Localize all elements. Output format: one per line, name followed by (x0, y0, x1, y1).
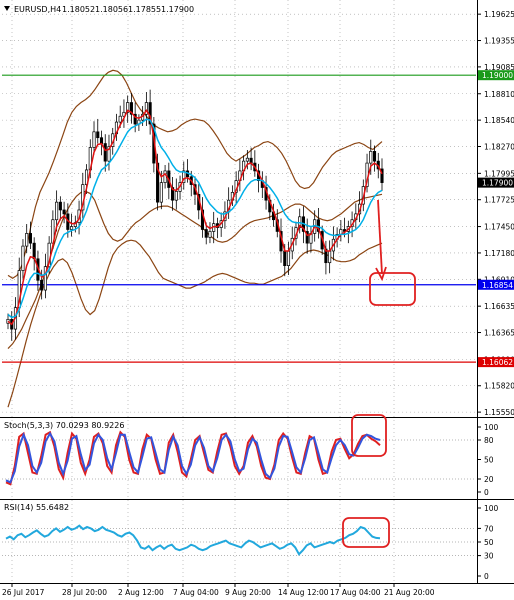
time-tick-label: 14 Aug 12:00 (278, 588, 329, 597)
candle-body (372, 151, 377, 162)
candle-body (103, 143, 107, 162)
axis-tick-label: 0 (484, 488, 489, 497)
candle-body (159, 182, 163, 203)
candle-body (286, 250, 291, 266)
chevron-down-icon (4, 6, 10, 11)
ohlc-low: 1.17855 (128, 5, 161, 14)
candle-body (208, 231, 212, 238)
candle-body (328, 250, 332, 264)
price-tick-label: 1.15820 (484, 382, 514, 391)
axis-tick-label: 70 (484, 524, 494, 533)
candle-body (174, 191, 178, 201)
candle-body (55, 201, 59, 221)
candle-body (32, 242, 36, 260)
axis-tick-label: 30 (484, 552, 494, 561)
price-candles (6, 89, 384, 341)
candle-body (92, 131, 96, 148)
time-tick-label: 26 Jul 2017 (2, 588, 45, 597)
candle-body (245, 157, 249, 162)
candle-body (163, 170, 167, 183)
price-tick-label: 1.17995 (484, 169, 514, 178)
axis-tick-label: 100 (484, 423, 499, 432)
rsi-line (5, 524, 381, 556)
current-price-label: 1.17900 (482, 179, 513, 188)
price-tick-label: 1.18270 (484, 142, 514, 151)
rsi-highlight-box (342, 517, 390, 548)
bollinger-bands (7, 69, 383, 408)
time-tick-label: 2 Aug 12:00 (118, 588, 164, 597)
axis-tick-label: 50 (484, 456, 494, 465)
symbol-label: EURUSD,H4 (14, 5, 61, 14)
candle-body (21, 245, 25, 271)
price-tick-label: 1.17725 (484, 196, 514, 205)
price-level-label: 1.16062 (482, 358, 513, 367)
price-tick-label: 1.17180 (484, 249, 514, 258)
price-tick-label: 1.18540 (484, 116, 514, 125)
stoch-axis: 100 80 50 20 0 (477, 423, 499, 497)
price-tick-label: 1.15550 (484, 408, 514, 417)
rsi-title: RSI(14) 55.6482 (4, 503, 69, 512)
ohlc-high: 1.18056 (95, 5, 128, 14)
time-axis: 26 Jul 2017 28 Jul 20:00 2 Aug 12:00 7 Aug … (2, 583, 435, 597)
candle-body (70, 226, 74, 230)
axis-tick-label: 80 (484, 436, 494, 445)
price-level-label: 1.16854 (482, 281, 513, 290)
indicator-line (5, 524, 381, 556)
axis-tick-label: 50 (484, 538, 494, 547)
rsi-gridlines (2, 528, 476, 556)
axis-tick-label: 0 (484, 572, 489, 581)
time-tick-label: 9 Aug 20:00 (225, 588, 271, 597)
price-tick-label: 1.17450 (484, 223, 514, 232)
candle-body (118, 115, 122, 123)
candle-body (369, 151, 373, 164)
rsi-axis: 100 70 50 30 0 (477, 504, 499, 581)
trading-chart[interactable]: 1.196251.193551.190851.188101.185401.182… (0, 0, 514, 600)
candle-body (25, 233, 29, 247)
price-tick-label: 1.19625 (484, 10, 514, 19)
price-axis: 1.196251.193551.190851.188101.185401.182… (477, 10, 514, 417)
horizontal-levels (2, 74, 476, 363)
ohlc-close: 1.17900 (161, 5, 194, 14)
forecast-annotation (369, 199, 416, 306)
candle-body (62, 209, 66, 215)
axis-tick-label: 100 (484, 504, 499, 513)
main-gridlines (2, 0, 476, 583)
price-tick-label: 1.18810 (484, 90, 514, 99)
ohlc-open: 1.18052 (62, 5, 95, 14)
candle-body (99, 137, 104, 144)
candle-body (96, 131, 100, 139)
stoch-title: Stoch(5,3,3) 70.0293 80.9226 (4, 421, 124, 430)
candle-body (58, 201, 62, 211)
candle-body (40, 279, 44, 291)
candle-body (204, 229, 208, 238)
target-zone-box (369, 272, 416, 306)
candle-body (283, 250, 287, 266)
time-tick-label: 28 Jul 20:00 (62, 588, 107, 597)
price-tick-label: 1.16365 (484, 329, 514, 338)
time-tick-label: 17 Aug 04:00 (330, 588, 381, 597)
time-tick-label: 21 Aug 20:00 (384, 588, 435, 597)
time-tick-label: 7 Aug 04:00 (173, 588, 219, 597)
candle-body (28, 233, 32, 244)
forecast-arrow-line (377, 199, 383, 275)
axis-tick-label: 20 (484, 475, 494, 484)
price-tick-label: 1.19355 (484, 37, 514, 46)
price-tick-label: 1.16635 (484, 302, 514, 311)
chart-header: EURUSD,H4 1.18052 1.18056 1.17855 1.1790… (4, 5, 194, 14)
price-level-label: 1.19000 (482, 71, 513, 80)
